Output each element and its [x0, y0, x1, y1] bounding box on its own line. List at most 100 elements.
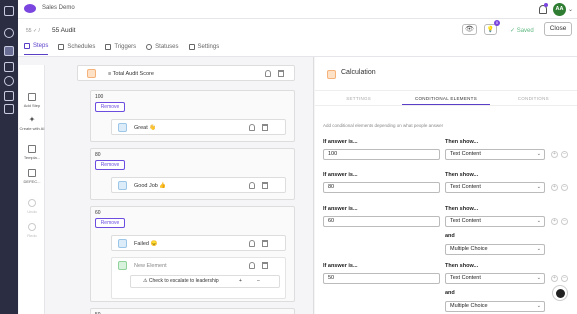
create-with-ai-button[interactable]: ✦ Create with AI — [19, 116, 45, 132]
answer-value-input[interactable]: 60 — [323, 216, 440, 227]
tab-settings[interactable]: SETTINGS — [315, 93, 402, 105]
breadcrumb[interactable]: 55 ✓ / — [26, 28, 40, 34]
templates-button[interactable]: Templa... — [19, 145, 45, 160]
remove-button[interactable]: Remove — [95, 160, 125, 170]
app-rail — [0, 0, 18, 314]
add-element-button[interactable]: + — [551, 184, 558, 191]
add-element-button[interactable]: + — [551, 218, 558, 225]
calendar-icon — [58, 43, 65, 50]
element-select[interactable]: Text Content ⌄ — [445, 273, 545, 284]
remove-button[interactable]: Remove — [95, 218, 125, 228]
tool-label: Templa... — [23, 155, 41, 160]
select-value: Multiple Choice — [450, 246, 488, 252]
trash-icon[interactable] — [262, 182, 268, 189]
child-element-card[interactable]: Great 👋 — [111, 119, 286, 135]
if-label: If answer is... — [323, 263, 358, 269]
lightbulb-icon: 💡 — [486, 27, 495, 33]
choice-option[interactable]: ⚠ Check to escalate to leadership + – — [130, 275, 280, 288]
menu-icon[interactable] — [4, 6, 14, 16]
add-step-button[interactable]: Add Step — [19, 93, 45, 108]
chevron-down-icon: ⌄ — [536, 275, 541, 281]
remove-element-button[interactable]: – — [561, 218, 568, 225]
undo-button[interactable]: Undo — [19, 199, 45, 214]
answer-value-input[interactable]: 100 — [323, 149, 440, 160]
element-select[interactable]: Multiple Choice ⌄ — [445, 301, 545, 312]
add-element-button[interactable]: + — [551, 275, 558, 282]
notification-dot — [544, 3, 548, 7]
lightbulb-icon[interactable] — [265, 70, 271, 77]
text-content-icon — [118, 181, 127, 190]
remove-element-button[interactable]: – — [561, 151, 568, 158]
trash-icon[interactable] — [262, 262, 268, 269]
add-element-button[interactable]: + — [551, 151, 558, 158]
text-content-icon — [118, 123, 127, 132]
tab-conditional-elements[interactable]: CONDITIONAL ELEMENTS — [402, 93, 490, 105]
lightbulb-icon[interactable] — [249, 262, 255, 269]
add-step-icon — [28, 93, 36, 101]
lightbulb-icon[interactable] — [249, 124, 255, 131]
tab-steps[interactable]: Steps — [24, 43, 49, 55]
element-select[interactable]: Text Content ⌄ — [445, 182, 545, 193]
multiple-choice-icon — [118, 261, 127, 270]
search-icon[interactable] — [4, 28, 14, 38]
answer-value-input[interactable]: 50 — [323, 273, 440, 284]
avatar[interactable]: AA — [553, 3, 566, 16]
element-title: Great 👋 — [134, 125, 157, 131]
defect-icon — [28, 169, 36, 177]
undo-icon — [28, 199, 36, 207]
condition-value: 100 — [95, 94, 104, 100]
tool-label: Redo — [27, 233, 37, 238]
lightbulb-icon[interactable] — [249, 240, 255, 247]
remove-element-button[interactable]: – — [561, 184, 568, 191]
trash-icon[interactable] — [262, 124, 268, 131]
choice-option-label: ⚠ Check to escalate to leadership — [143, 278, 219, 284]
root-step-card[interactable]: ≡ Total Audit Score — [77, 65, 295, 81]
tab-label: Statuses — [155, 43, 179, 50]
defects-button[interactable]: DEFEC... — [19, 169, 45, 184]
child-element-card[interactable]: Failed 😞 — [111, 235, 286, 251]
preview-button[interactable]: 👁 — [462, 24, 477, 35]
tab-schedules[interactable]: Schedules — [58, 43, 95, 55]
remove-element-button[interactable]: – — [561, 275, 568, 282]
check-circle-icon: ✓ — [510, 28, 517, 34]
tab-triggers[interactable]: Triggers — [105, 43, 136, 55]
element-title: New Element — [134, 263, 167, 269]
panel-divider[interactable] — [313, 57, 314, 314]
remove-button[interactable]: Remove — [95, 102, 125, 112]
chart-icon[interactable] — [4, 62, 14, 72]
page-title: 55 Audit — [52, 27, 76, 34]
redo-button[interactable]: Redo — [19, 223, 45, 238]
tab-conditions[interactable]: CONDITIONS — [490, 93, 577, 105]
tool-label: DEFEC... — [23, 179, 41, 184]
trash-icon[interactable] — [278, 70, 284, 77]
answer-value-input[interactable]: 80 — [323, 182, 440, 193]
trash-icon[interactable] — [262, 240, 268, 247]
panel-title: Calculation — [341, 69, 376, 76]
assistant-avatar-icon[interactable] — [552, 285, 568, 301]
element-select[interactable]: Text Content ⌄ — [445, 216, 545, 227]
select-value: Multiple Choice — [450, 303, 488, 309]
element-select[interactable]: Text Content ⌄ — [445, 149, 545, 160]
tab-settings[interactable]: Settings — [188, 43, 220, 55]
users-icon[interactable] — [4, 76, 14, 86]
book-icon[interactable] — [4, 104, 14, 114]
child-element-card[interactable]: Good Job 👍 — [111, 177, 286, 193]
tab-statuses[interactable]: Statuses — [146, 43, 179, 55]
wrench-icon[interactable] — [4, 46, 14, 56]
chevron-down-icon: ⌄ — [536, 151, 541, 157]
tool-label: Create with AI — [19, 126, 45, 131]
saved-label: Saved — [516, 28, 534, 34]
text-content-icon — [118, 239, 127, 248]
folder-icon[interactable] — [4, 91, 14, 101]
chevron-down-icon[interactable]: ⌄ — [568, 6, 573, 13]
hint-text: Add conditional elements depending on wh… — [323, 123, 444, 128]
sliders-icon — [188, 43, 195, 50]
tab-label: Settings — [197, 43, 220, 50]
condition-value: 80 — [95, 152, 101, 158]
element-select[interactable]: Multiple Choice ⌄ — [445, 244, 545, 255]
minus-icon[interactable]: – — [257, 276, 260, 287]
panel-tabs: SETTINGS CONDITIONAL ELEMENTS CONDITIONS — [315, 93, 577, 106]
plus-icon[interactable]: + — [239, 276, 242, 287]
close-button[interactable]: Close — [544, 22, 572, 36]
lightbulb-icon[interactable] — [249, 182, 255, 189]
